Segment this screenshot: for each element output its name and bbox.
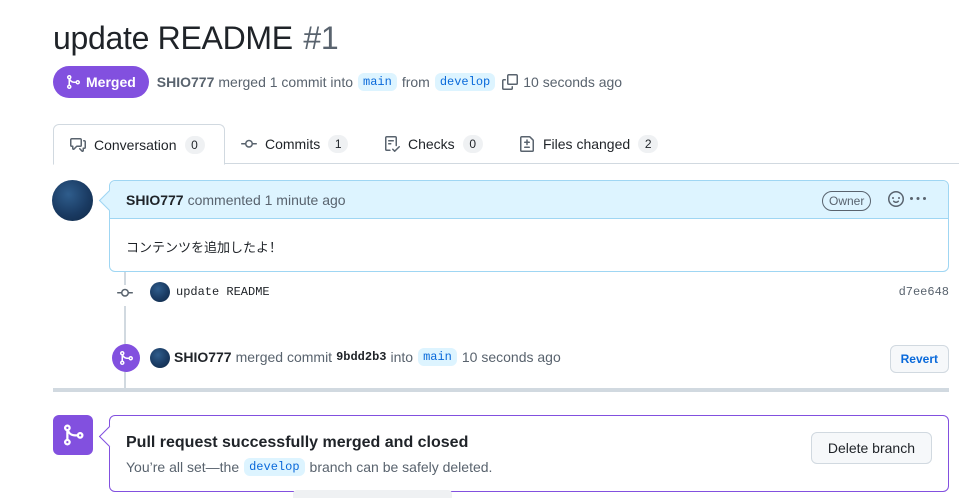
- tab-conversation[interactable]: Conversation 0: [53, 124, 225, 165]
- tab-checks-count: 0: [462, 135, 483, 153]
- merge-commit-sha-link[interactable]: 9bdd2b3: [336, 350, 386, 364]
- merge-event-text: SHIO777 merged commit 9bdd2b3 into main …: [174, 348, 561, 366]
- pr-title: update README: [53, 20, 293, 56]
- timeline-divider: [53, 388, 949, 392]
- merge-status-box: Pull request successfully merged and clo…: [109, 415, 949, 492]
- tab-checks[interactable]: Checks 0: [384, 124, 483, 164]
- merge-author-avatar[interactable]: [150, 348, 170, 368]
- tab-checks-label: Checks: [408, 136, 455, 152]
- copy-icon: [502, 74, 519, 90]
- tab-files-changed-label: Files changed: [543, 136, 631, 152]
- tab-conversation-count: 0: [184, 135, 205, 154]
- merge-event-icon: [112, 344, 140, 372]
- kebab-horizontal-icon: [910, 197, 926, 200]
- merge-target-branch-link[interactable]: main: [418, 348, 457, 366]
- page-title: update README #1: [53, 20, 339, 57]
- merge-box-icon: [53, 415, 93, 455]
- merge-box-desc-before: You’re all set—the: [126, 459, 240, 475]
- comment-author-avatar[interactable]: [52, 180, 93, 221]
- delete-branch-button[interactable]: Delete branch: [810, 432, 932, 464]
- pr-merge-time: 10 seconds ago: [523, 74, 623, 90]
- git-merge-icon: [67, 75, 81, 89]
- pr-number: #1: [303, 20, 339, 56]
- base-branch-link[interactable]: main: [358, 73, 397, 91]
- merged-status-label: Merged: [86, 74, 136, 90]
- commit-author-avatar[interactable]: [150, 282, 170, 302]
- merge-author-link[interactable]: SHIO777: [174, 349, 232, 365]
- tab-conversation-label: Conversation: [94, 136, 177, 153]
- revert-button[interactable]: Revert: [889, 345, 949, 373]
- merge-box-description: You’re all set—the develop branch can be…: [126, 458, 492, 476]
- commit-sha-link[interactable]: d7ee648: [899, 285, 949, 299]
- merged-commit-text: merged 1 commit into: [218, 74, 353, 90]
- merge-event-text1: merged commit: [235, 349, 333, 365]
- tab-commits-count: 1: [328, 135, 349, 153]
- conversation-icon: [70, 137, 86, 152]
- tab-files-changed[interactable]: Files changed 2: [519, 124, 659, 164]
- merge-box-desc-after: branch can be safely deleted.: [309, 459, 493, 475]
- tooltip-peek: [293, 490, 452, 498]
- git-merge-icon: [64, 424, 84, 446]
- comment-box: SHIO777 commented 1 minute ago Owner コンテ…: [109, 180, 949, 272]
- merge-box-branch-link[interactable]: develop: [244, 458, 305, 476]
- commit-icon: [241, 139, 257, 148]
- comment-options-button[interactable]: [910, 191, 926, 210]
- comment-author-link[interactable]: SHIO777: [126, 192, 184, 208]
- tab-files-changed-count: 2: [638, 135, 659, 153]
- merge-event-time[interactable]: 10 seconds ago: [462, 349, 561, 365]
- head-branch-link[interactable]: develop: [434, 73, 496, 91]
- comment-header: SHIO777 commented 1 minute ago Owner: [110, 181, 948, 219]
- merge-event: SHIO777 merged commit 9bdd2b3 into main …: [112, 342, 949, 374]
- pr-author-link[interactable]: SHIO777: [157, 74, 215, 90]
- merge-event-text2: into: [390, 349, 414, 365]
- merge-summary: SHIO777 merged 1 commit into main from d…: [157, 73, 622, 91]
- merge-box-title: Pull request successfully merged and clo…: [126, 434, 469, 451]
- file-diff-icon: [520, 136, 534, 152]
- owner-label: Owner: [822, 191, 872, 211]
- tab-commits[interactable]: Commits 1: [241, 124, 349, 164]
- from-text: from: [401, 74, 430, 90]
- commit-item: update README d7ee648: [115, 282, 949, 306]
- copy-branch-button[interactable]: [502, 74, 519, 90]
- tab-commits-label: Commits: [265, 136, 321, 152]
- commit-message-link[interactable]: update README: [176, 285, 270, 299]
- pr-state-row: Merged SHIO777 merged 1 commit into main…: [53, 66, 622, 98]
- commit-node-icon: [117, 285, 133, 306]
- smiley-icon: [888, 191, 904, 207]
- add-reaction-button[interactable]: [888, 191, 904, 210]
- pr-tabs: Conversation 0 Commits 1 Checks 0 Files …: [53, 124, 959, 165]
- git-merge-icon: [120, 351, 134, 365]
- comment-body: コンテンツを追加したよ！: [126, 240, 283, 255]
- checklist-icon: [385, 136, 400, 152]
- merged-status-badge: Merged: [53, 66, 149, 98]
- comment-meta[interactable]: commented 1 minute ago: [188, 192, 346, 208]
